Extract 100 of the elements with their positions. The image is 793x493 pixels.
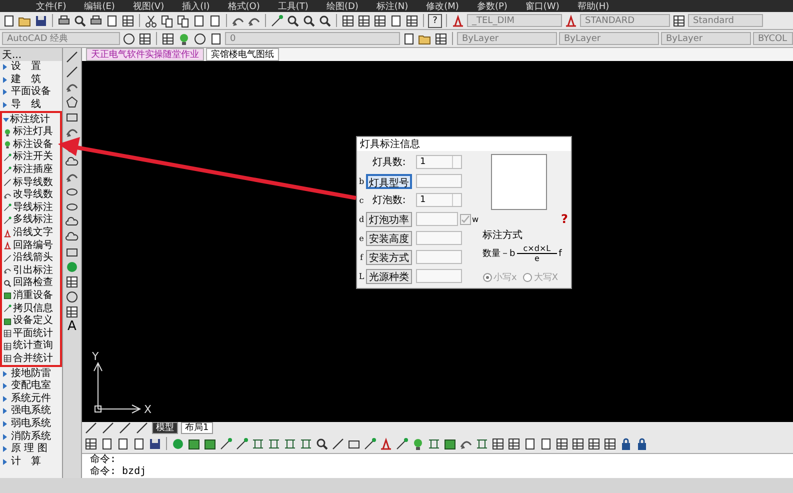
grid-icon[interactable] <box>341 14 355 28</box>
marker-icon[interactable] <box>379 436 393 450</box>
document-tab[interactable]: 宾馆楼电气图纸 <box>206 48 279 61</box>
option-button[interactable]: 安装方式 <box>366 250 412 264</box>
expand-icon[interactable] <box>2 420 8 427</box>
command-item[interactable]: 消重设备 <box>13 290 53 301</box>
input-field[interactable] <box>416 212 458 226</box>
group-label[interactable]: 原 理 图 <box>11 444 48 454</box>
expand-icon[interactable] <box>2 446 8 452</box>
expand-icon[interactable] <box>2 370 8 377</box>
command-item[interactable]: 合并统计 <box>13 354 53 364</box>
node-icon[interactable] <box>3 203 12 212</box>
option-button[interactable]: 灯具型号 <box>366 174 412 188</box>
menu-item[interactable]: 绘图(D) <box>326 0 358 12</box>
grid-icon[interactable] <box>555 436 569 450</box>
command-item[interactable]: 多线标注 <box>13 215 53 226</box>
grid-icon[interactable] <box>3 342 12 351</box>
group-label[interactable]: 平面设备 <box>11 87 51 98</box>
node-icon[interactable] <box>363 436 377 450</box>
bracket-icon[interactable] <box>267 436 281 450</box>
group-label[interactable]: 建 筑 <box>11 74 41 85</box>
menu-item[interactable]: 文件(F) <box>36 0 66 12</box>
command-item[interactable]: 标注灯具 <box>13 127 53 138</box>
help-icon[interactable]: ? <box>561 212 568 226</box>
expand-icon[interactable] <box>2 89 8 96</box>
line-icon[interactable] <box>65 65 79 79</box>
dimension-style-icon[interactable] <box>564 14 578 28</box>
grid-icon[interactable] <box>603 436 617 450</box>
new-file-icon[interactable] <box>100 436 114 450</box>
command-item[interactable]: 回路检查 <box>13 278 53 288</box>
line-icon[interactable] <box>65 50 79 64</box>
copy-icon[interactable] <box>160 14 174 28</box>
bracket-icon[interactable] <box>299 436 313 450</box>
new-file-icon[interactable] <box>539 436 553 450</box>
menu-item[interactable]: 帮助(H) <box>577 0 610 12</box>
layout-tab[interactable]: 布局1 <box>181 422 213 434</box>
printer-icon[interactable] <box>89 14 103 28</box>
block-icon[interactable] <box>443 436 457 450</box>
node-icon[interactable] <box>3 152 12 162</box>
command-item[interactable]: 改导线数 <box>13 190 53 200</box>
radio-button[interactable] <box>522 273 532 282</box>
layout-tab[interactable]: 模型 <box>152 422 178 434</box>
grid-icon[interactable] <box>3 354 12 364</box>
save-icon[interactable] <box>148 436 162 450</box>
zoom-icon[interactable] <box>318 14 332 28</box>
option-button[interactable]: 灯泡功率 <box>366 212 412 226</box>
grid-icon[interactable] <box>405 14 419 28</box>
node-icon[interactable] <box>270 14 284 28</box>
group-label[interactable]: 系统元件 <box>11 394 51 404</box>
new-file-icon[interactable] <box>208 14 222 28</box>
expand-icon[interactable] <box>2 76 8 83</box>
grid-icon[interactable] <box>587 436 601 450</box>
bracket-icon[interactable] <box>427 436 441 450</box>
line-icon[interactable] <box>84 421 98 435</box>
group-label[interactable]: 强电系统 <box>11 406 51 416</box>
marker-icon[interactable] <box>3 228 12 238</box>
expand-icon[interactable] <box>2 396 8 402</box>
line-icon[interactable] <box>3 254 12 263</box>
group-label[interactable]: 导 线 <box>11 100 41 110</box>
grid-icon[interactable] <box>3 329 12 338</box>
bracket-icon[interactable] <box>475 436 489 450</box>
menu-item[interactable]: 修改(M) <box>426 0 459 12</box>
command-item[interactable]: 沿线箭头 <box>13 253 53 264</box>
collapse-icon[interactable] <box>3 116 9 123</box>
line-icon[interactable] <box>3 178 12 188</box>
bracket-icon[interactable] <box>251 436 265 450</box>
menu-item[interactable]: 工具(T) <box>278 0 308 12</box>
lamp-icon[interactable] <box>3 128 12 137</box>
line-icon[interactable] <box>135 421 149 435</box>
command-item[interactable]: 标导线数 <box>13 178 53 188</box>
command-item[interactable]: 回路编号 <box>13 240 53 251</box>
node-icon[interactable] <box>219 436 233 450</box>
text-tool[interactable]: A <box>68 320 76 334</box>
table-style-icon[interactable] <box>672 14 686 28</box>
expand-icon[interactable] <box>2 383 8 390</box>
new-file-icon[interactable] <box>402 32 416 46</box>
expand-icon[interactable] <box>2 434 8 440</box>
expand-icon[interactable] <box>2 458 8 465</box>
block-icon[interactable] <box>3 291 12 300</box>
zoom-icon[interactable] <box>315 436 329 450</box>
command-item[interactable]: 平面统计 <box>13 328 53 339</box>
save-icon[interactable] <box>34 14 48 28</box>
lamp-icon[interactable] <box>411 436 425 450</box>
new-file-icon[interactable] <box>105 14 119 28</box>
command-item[interactable]: 导线标注 <box>13 202 53 213</box>
group-label[interactable]: 接地防雷 <box>11 368 51 379</box>
menu-item[interactable]: 编辑(E) <box>84 0 115 12</box>
lamp-icon[interactable] <box>177 32 191 46</box>
expand-icon[interactable] <box>2 408 8 414</box>
input-field[interactable] <box>416 231 462 245</box>
lamp-icon[interactable] <box>3 140 12 150</box>
lock-icon[interactable] <box>635 436 649 450</box>
command-item[interactable]: 沿线文字 <box>13 228 53 238</box>
menu-item[interactable]: 插入(I) <box>182 0 210 12</box>
group-label[interactable]: 弱电系统 <box>11 418 51 429</box>
node-icon[interactable] <box>235 436 249 450</box>
marker-icon[interactable] <box>3 241 12 250</box>
grid-icon[interactable] <box>491 436 505 450</box>
zoom-icon[interactable] <box>302 14 316 28</box>
command-item[interactable]: 统计查询 <box>13 341 53 352</box>
